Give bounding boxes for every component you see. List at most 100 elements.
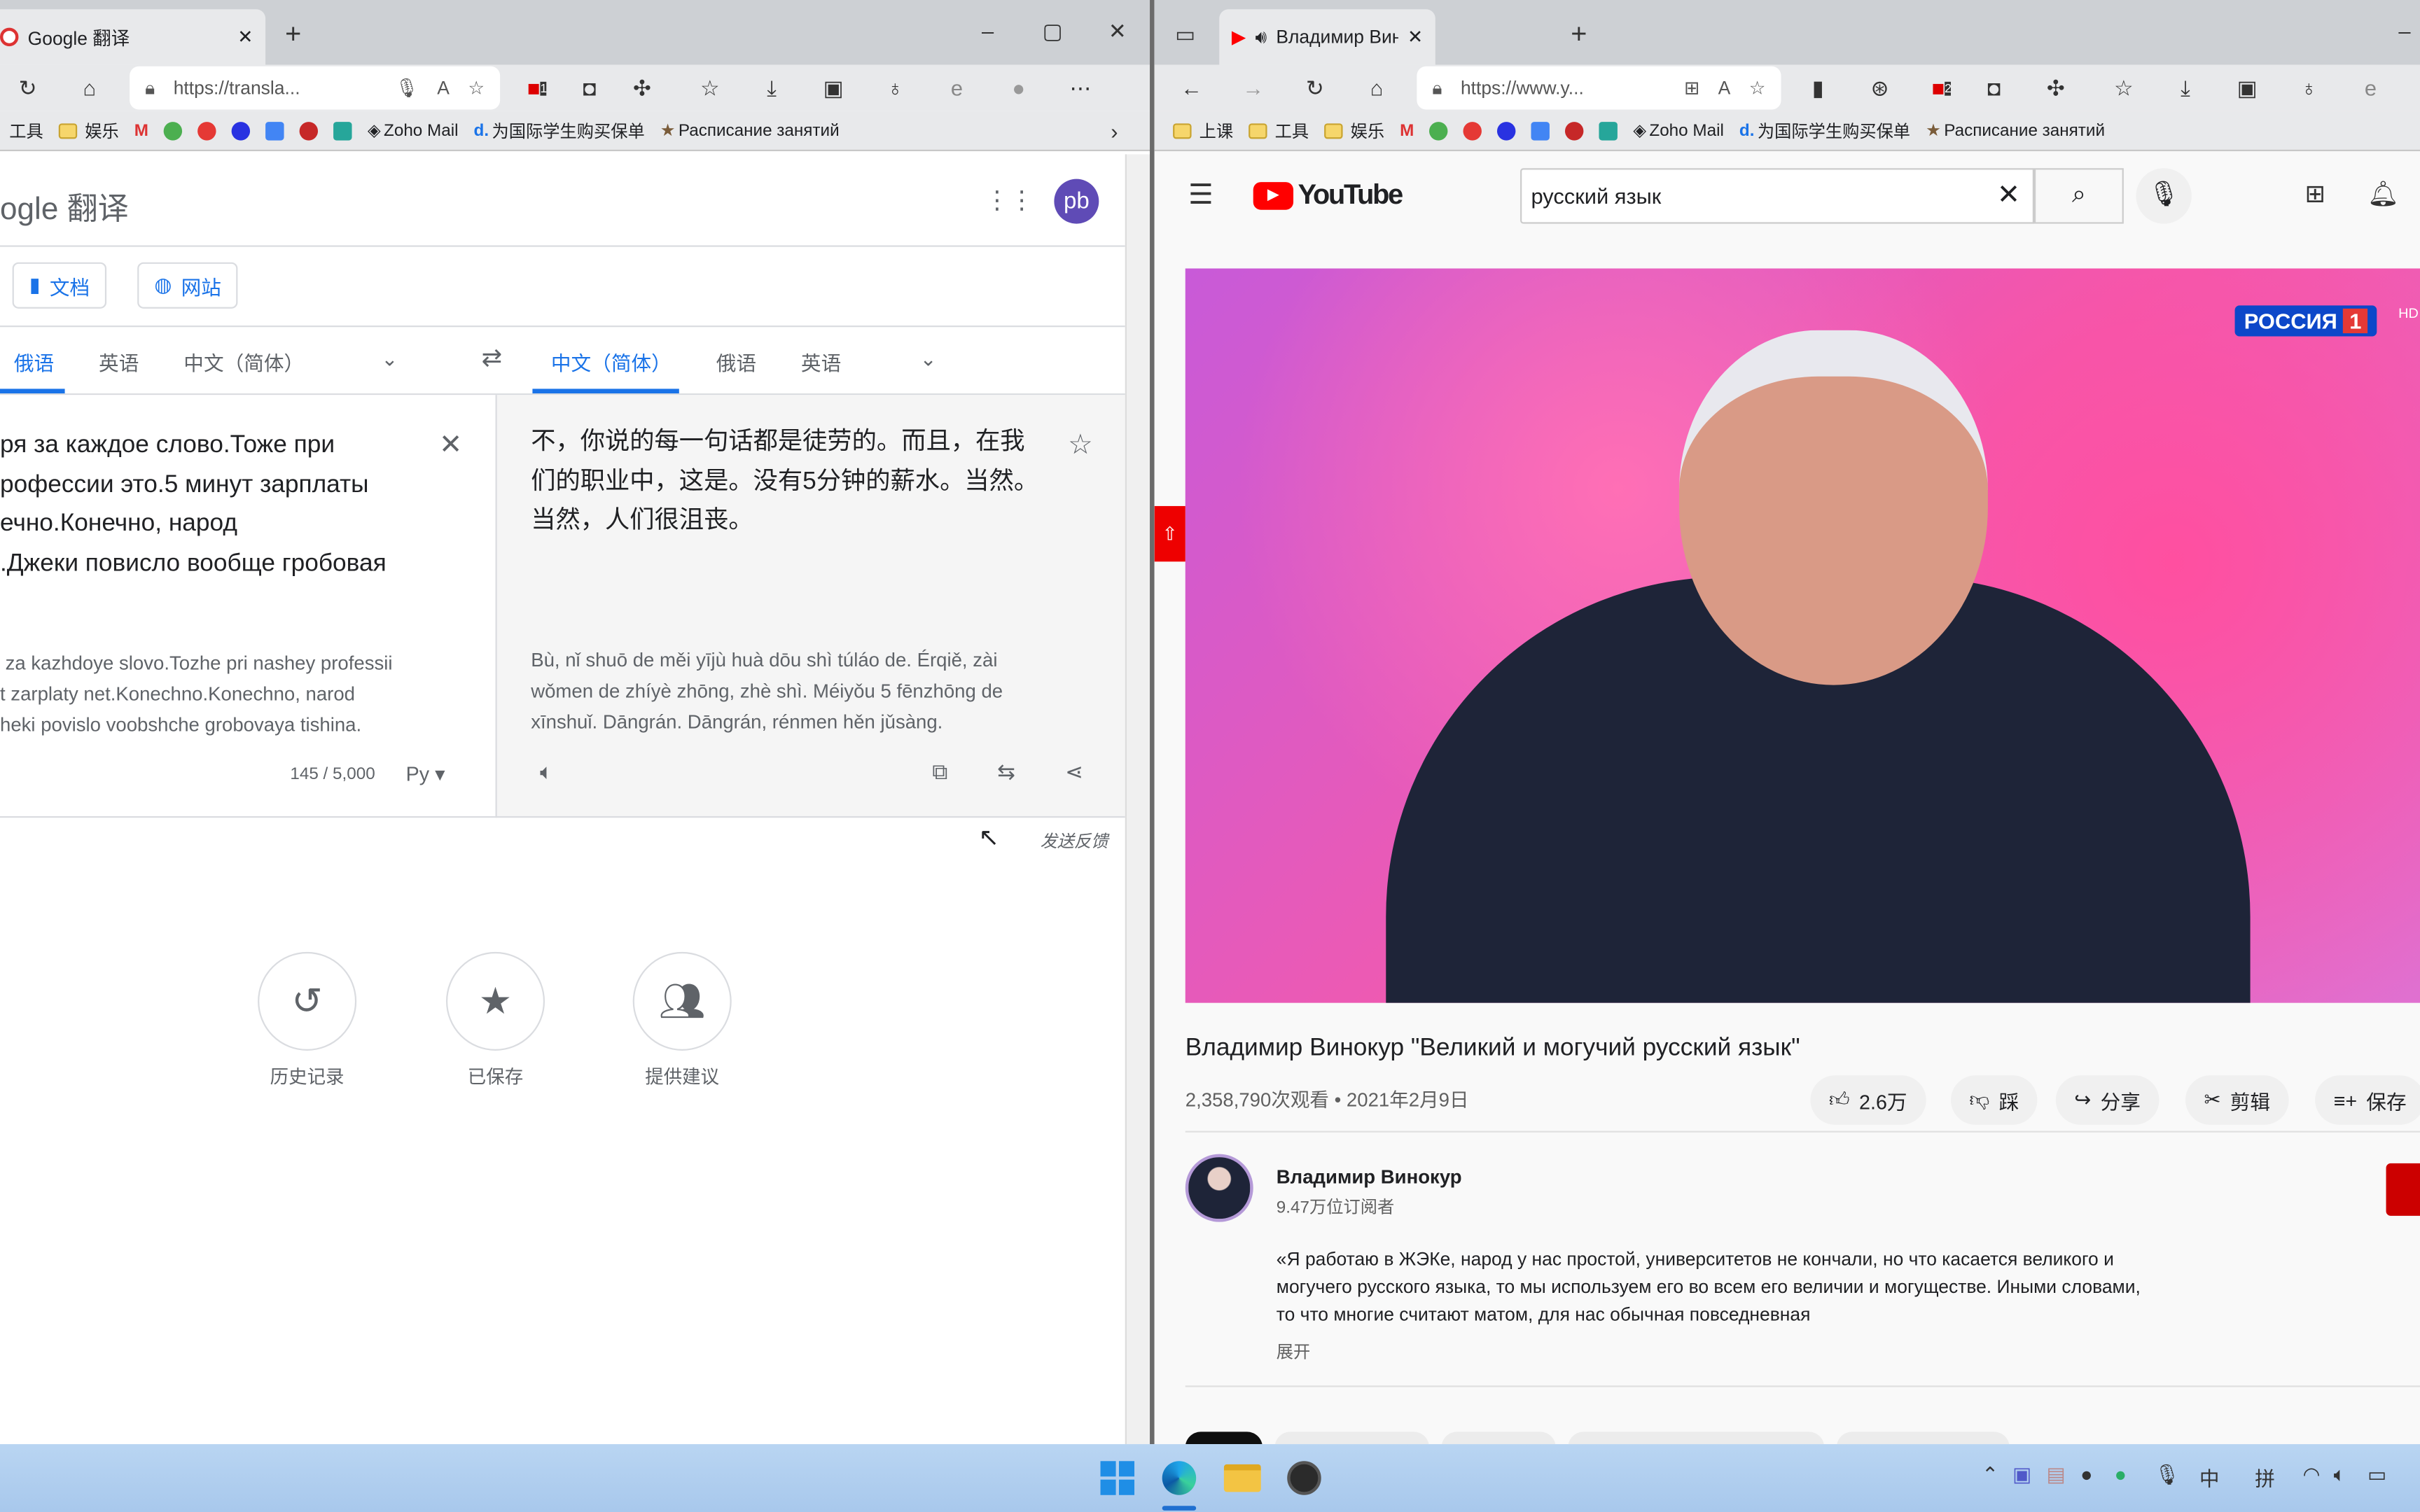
profile-icon[interactable]: ●	[1003, 73, 1034, 104]
mic-tray-icon[interactable]: 🎙︎	[2155, 1462, 2180, 1487]
side-extension-tab[interactable]: ⇧	[1154, 505, 1185, 562]
bookmark-folder[interactable]: 上课	[1173, 118, 1233, 143]
target-lang-english-tab[interactable]: 英语	[801, 347, 841, 377]
tab-google-translate[interactable]: Google 翻译 ✕	[0, 9, 266, 65]
tab-youtube[interactable]: ▶ 🔊︎ Владимир Винокур "Велик ✕	[1219, 9, 1435, 65]
math-icon[interactable]: ▣	[818, 73, 849, 104]
bookmark-icon[interactable]	[164, 121, 183, 140]
comment-chip[interactable]	[1836, 1432, 2010, 1445]
battery-icon[interactable]: ▭	[2367, 1462, 2386, 1487]
extension-icon[interactable]: ◘	[1979, 73, 2010, 104]
google-translate-bookmark-icon[interactable]	[265, 121, 284, 140]
tray-icon[interactable]: ▤	[2047, 1462, 2066, 1487]
extension-icon[interactable]: ♁	[879, 73, 910, 104]
target-lang-chinese-tab[interactable]: 中文（简体）	[551, 347, 672, 377]
websites-button[interactable]: ◍ 网站	[137, 262, 239, 309]
clip-button[interactable]: ✂ 剪辑	[2185, 1075, 2289, 1125]
ime-language-indicator[interactable]: 中	[2199, 1462, 2220, 1492]
refresh-icon[interactable]: ↻	[1300, 73, 1330, 104]
video-player[interactable]: РОССИЯ 1 HD	[1185, 268, 2420, 1003]
app-available-icon[interactable]: ⊞	[1684, 77, 1699, 99]
bookmark-icon[interactable]	[1599, 121, 1618, 140]
teams-tray-icon[interactable]: ▣	[2012, 1462, 2031, 1487]
comment-chip[interactable]	[1274, 1432, 1429, 1445]
new-tab-icon[interactable]: +	[1564, 18, 1594, 49]
rate-translation-icon[interactable]: ⇆	[991, 756, 1022, 787]
history-button[interactable]: ↺	[258, 951, 357, 1051]
refresh-icon[interactable]: ↻	[13, 73, 43, 104]
saved-button[interactable]: ★	[445, 951, 545, 1051]
favorite-add-icon[interactable]: ☆	[468, 77, 485, 99]
download-icon[interactable]: ⤓	[2170, 73, 2201, 104]
address-bar[interactable]: 🔒︎ https://www.y... ⊞ A ☆	[1417, 66, 1781, 110]
bookmark-zoho-mail[interactable]: ◈ Zoho Mail	[368, 120, 459, 141]
extension-icon[interactable]: ■ 1	[522, 73, 552, 104]
yandex-bookmark-icon[interactable]	[197, 121, 216, 140]
forward-icon[interactable]: →	[1238, 73, 1269, 104]
channel-name[interactable]: Владимир Винокур	[1277, 1166, 1462, 1188]
favorites-icon[interactable]: ☆	[2108, 73, 2139, 104]
maximize-icon[interactable]: ▢	[1037, 15, 1068, 46]
baidu-bookmark-icon[interactable]	[1497, 121, 1516, 140]
read-aloud-icon[interactable]: A	[1718, 77, 1731, 99]
comment-chip[interactable]	[1441, 1432, 1556, 1445]
source-lang-more-chevron-icon[interactable]: ⌄	[381, 347, 398, 372]
wechat-tray-icon[interactable]: ●	[2115, 1462, 2127, 1485]
extensions-puzzle-icon[interactable]: ✣	[2040, 73, 2071, 104]
send-feedback-link[interactable]: 发送反馈	[1041, 829, 1108, 853]
target-lang-more-chevron-icon[interactable]: ⌄	[920, 347, 937, 372]
address-bar[interactable]: 🔒︎ https://transla... 🎙︎ A ☆	[130, 66, 501, 110]
extension-icon[interactable]: ◘	[574, 73, 605, 104]
home-icon[interactable]: ⌂	[74, 73, 105, 104]
input-tools-button[interactable]: Pу ▾	[406, 762, 445, 787]
avatar[interactable]: pb	[1054, 178, 1099, 224]
save-button[interactable]: ≡+ 保存	[2315, 1075, 2420, 1125]
tab-audio-icon[interactable]: 🔊︎	[1255, 25, 1267, 48]
gmail-bookmark[interactable]: M	[134, 121, 148, 139]
bookmark-schedule[interactable]: ★ Расписание занятий	[660, 120, 840, 141]
google-translate-logo[interactable]: ogle 翻译	[0, 183, 129, 228]
gmail-bookmark[interactable]: M	[1400, 121, 1414, 139]
voice-search-button[interactable]: 🎙︎	[2136, 168, 2192, 224]
youtube-logo[interactable]: ▶ YouTube	[1253, 179, 1403, 211]
math-icon[interactable]: ▣	[2232, 73, 2262, 104]
home-icon[interactable]: ⌂	[1361, 73, 1392, 104]
search-button[interactable]: ⌕	[2034, 168, 2124, 224]
source-lang-russian-tab[interactable]: 俄语	[14, 347, 54, 377]
extension-icon[interactable]: ▮	[1802, 73, 1833, 104]
source-lang-chinese-tab[interactable]: 中文（简体）	[183, 347, 304, 377]
share-icon[interactable]: ⋖	[1059, 756, 1090, 787]
favorite-add-icon[interactable]: ☆	[1749, 77, 1766, 99]
extension-icon[interactable]: ■ 2	[1926, 73, 1957, 104]
ime-mode-indicator[interactable]: 拼	[2255, 1462, 2275, 1492]
bookmark-icon[interactable]	[333, 121, 352, 140]
bookmark-insurance[interactable]: d. 为国际学生购买保单	[474, 118, 645, 143]
menu-hamburger-icon[interactable]: ☰	[1185, 178, 1216, 210]
source-lang-english-tab[interactable]: 英语	[99, 347, 139, 377]
qq-tray-icon[interactable]: ●	[2080, 1462, 2092, 1485]
bookmark-folder[interactable]: 工具	[9, 118, 43, 143]
bookmark-icon[interactable]	[1429, 121, 1448, 140]
channel-avatar[interactable]	[1185, 1154, 1253, 1222]
documents-button[interactable]: ▮ 文档	[12, 262, 107, 309]
notifications-bell-icon[interactable]: 🔔︎	[2367, 179, 2399, 210]
subscribe-button[interactable]	[2386, 1163, 2420, 1216]
minimize-icon[interactable]: –	[2389, 15, 2420, 46]
baidu-bookmark-icon[interactable]	[231, 121, 251, 140]
close-tab-icon[interactable]: ✕	[237, 26, 253, 48]
expand-description-button[interactable]: 展开	[1277, 1339, 1310, 1364]
bookmark-folder[interactable]: 娱乐	[1324, 118, 1384, 143]
vertical-scrollbar[interactable]	[1125, 154, 1150, 1445]
ie-mode-icon[interactable]: e	[2355, 73, 2386, 104]
extension-icon[interactable]: ♁	[2293, 73, 2324, 104]
start-windows-icon[interactable]	[1100, 1461, 1135, 1495]
copy-icon[interactable]: ⧉	[924, 756, 955, 787]
comment-chip[interactable]	[1568, 1432, 1825, 1445]
volume-icon[interactable]: 🔈︎	[2334, 1462, 2346, 1487]
back-icon[interactable]: ←	[1176, 73, 1207, 104]
extension-icon[interactable]: ⊛	[1865, 73, 1896, 104]
apps-grid-icon[interactable]: ⋮⋮	[985, 185, 1034, 216]
edge-taskbar-icon[interactable]	[1162, 1461, 1197, 1495]
show-hidden-icons-chevron[interactable]: ⌃	[1982, 1462, 1998, 1487]
close-tab-icon[interactable]: ✕	[1407, 26, 1423, 48]
